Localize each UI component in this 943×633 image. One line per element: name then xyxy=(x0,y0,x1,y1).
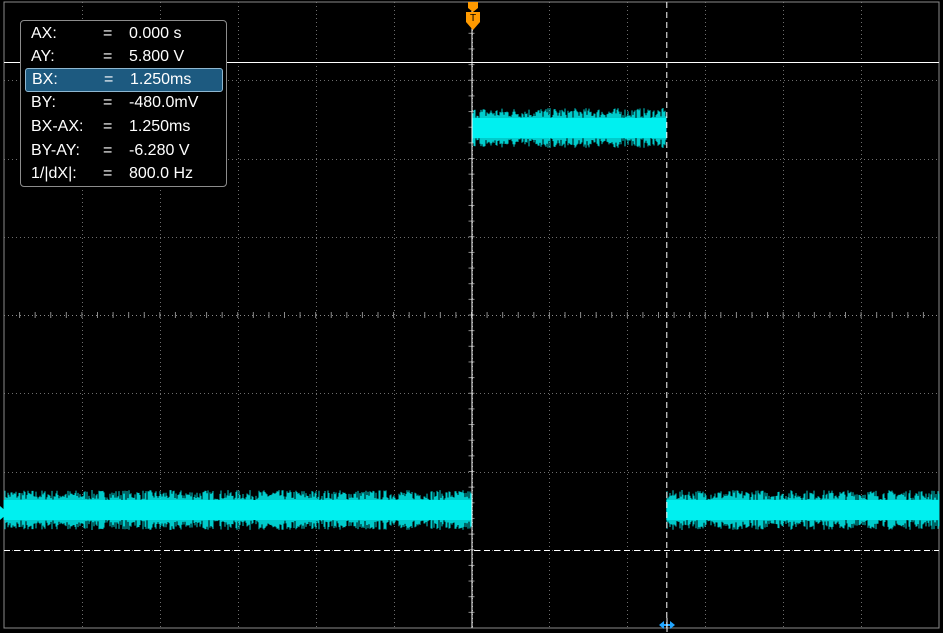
readout-label: BX: xyxy=(32,71,58,88)
readout-equals: = xyxy=(103,25,113,42)
readout-equals: = xyxy=(103,118,113,135)
readout-value: 1.250ms xyxy=(130,71,192,88)
readout-label: BX-AX: xyxy=(31,118,84,135)
oscilloscope-display: T AX: = 0.000 s AY: = 5.800 V BX: = 1.25… xyxy=(0,0,943,633)
readout-value: 1.250ms xyxy=(129,118,191,135)
readout-value: 0.000 s xyxy=(129,25,182,42)
readout-label: 1/|dX|: xyxy=(31,165,77,182)
readout-row-bx-ax[interactable]: BX-AX: = 1.250ms xyxy=(25,116,221,138)
trace-low-segment xyxy=(4,500,472,520)
readout-equals: = xyxy=(103,94,113,111)
svg-text:T: T xyxy=(470,13,476,24)
readout-label: BY: xyxy=(31,94,56,111)
readout-row-ax[interactable]: AX: = 0.000 s xyxy=(25,23,221,45)
cursor-b-position-icon[interactable] xyxy=(657,618,677,632)
readout-label: AX: xyxy=(31,25,57,42)
trace-low-segment xyxy=(666,500,939,520)
channel-1-offset-icon[interactable] xyxy=(0,506,8,520)
readout-row-by-ay[interactable]: BY-AY: = -6.280 V xyxy=(25,140,221,162)
readout-value: -6.280 V xyxy=(129,142,190,159)
readout-value: 800.0 Hz xyxy=(129,165,194,182)
readout-value: -480.0mV xyxy=(129,94,199,111)
readout-row-by[interactable]: BY: = -480.0mV xyxy=(25,92,221,114)
cursor-readout-panel: AX: = 0.000 s AY: = 5.800 V BX: = 1.250m… xyxy=(20,20,227,187)
readout-equals: = xyxy=(103,165,113,182)
readout-value: 5.800 V xyxy=(129,48,185,65)
readout-equals: = xyxy=(103,48,113,65)
readout-label: AY: xyxy=(31,48,55,65)
trace-high-segment xyxy=(471,118,667,138)
trigger-position-icon[interactable]: T xyxy=(465,2,481,32)
readout-label: BY-AY: xyxy=(31,142,80,159)
readout-row-bx[interactable]: BX: = 1.250ms xyxy=(25,68,223,92)
readout-row-inverse-dx[interactable]: 1/|dX|: = 800.0 Hz xyxy=(25,163,221,185)
readout-equals: = xyxy=(104,71,114,88)
readout-row-ay[interactable]: AY: = 5.800 V xyxy=(25,46,221,68)
readout-equals: = xyxy=(103,142,113,159)
